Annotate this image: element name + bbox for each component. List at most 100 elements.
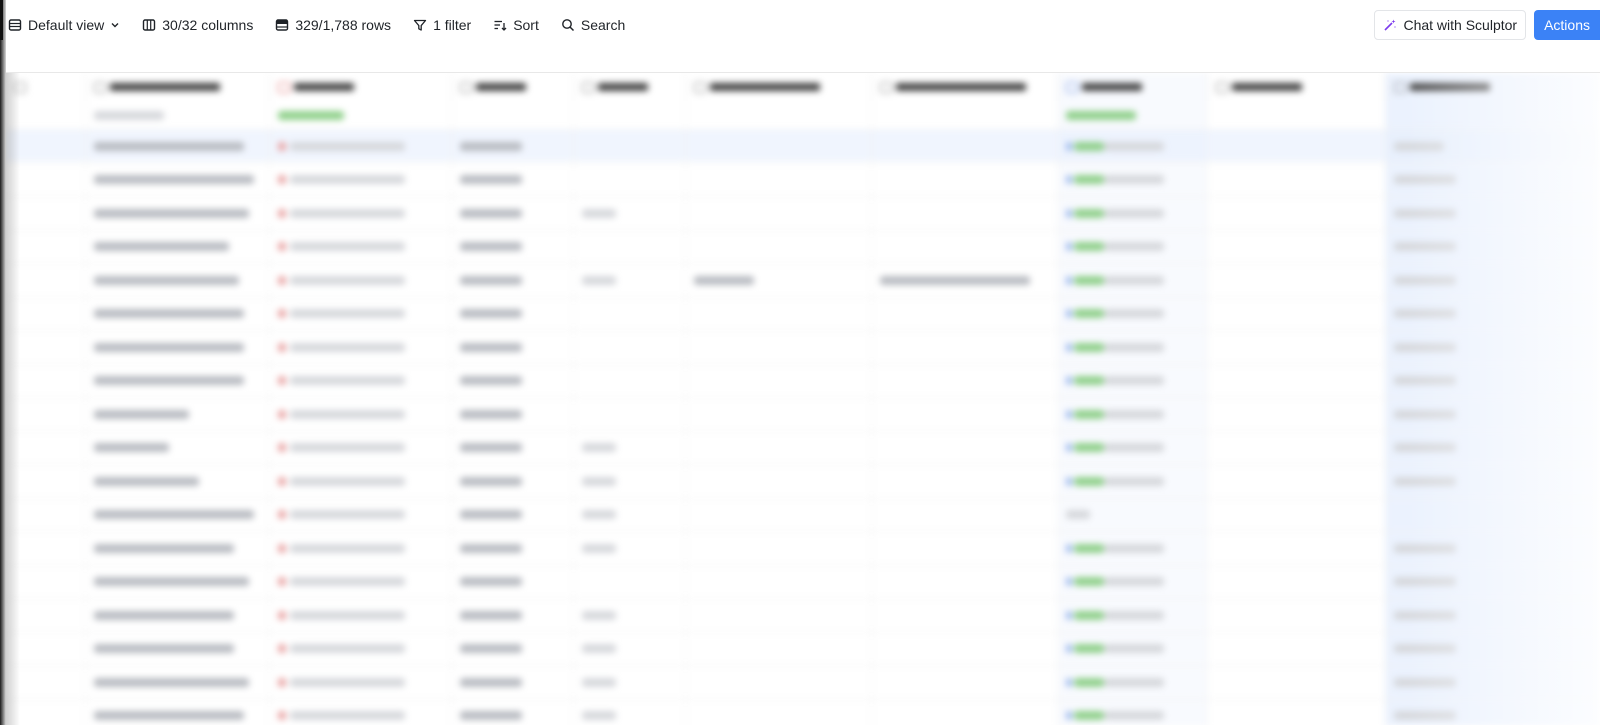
table-cell[interactable] xyxy=(1208,498,1386,531)
table-cell[interactable] xyxy=(452,101,574,129)
table-cell[interactable] xyxy=(86,331,270,364)
table-cell[interactable] xyxy=(872,230,1058,263)
column-header[interactable] xyxy=(6,73,86,101)
table-cell[interactable] xyxy=(872,431,1058,464)
table-cell[interactable] xyxy=(686,297,872,330)
table-cell[interactable] xyxy=(574,431,686,464)
table-cell[interactable] xyxy=(1208,197,1386,230)
table-cell[interactable] xyxy=(270,230,452,263)
table-cell[interactable] xyxy=(452,364,574,397)
table-row[interactable] xyxy=(6,565,1600,599)
table-cell[interactable] xyxy=(686,264,872,297)
table-cell[interactable] xyxy=(1386,666,1600,699)
table-cell[interactable] xyxy=(686,699,872,725)
table-cell[interactable] xyxy=(1208,599,1386,632)
column-header[interactable] xyxy=(270,73,452,101)
table-cell[interactable] xyxy=(452,331,574,364)
table-cell[interactable] xyxy=(872,565,1058,598)
table-cell[interactable] xyxy=(86,699,270,725)
table-cell[interactable] xyxy=(1058,699,1208,725)
table-cell[interactable] xyxy=(452,666,574,699)
table-cell[interactable] xyxy=(270,331,452,364)
table-cell[interactable] xyxy=(86,163,270,196)
table-cell[interactable] xyxy=(6,465,86,498)
table-cell[interactable] xyxy=(1058,498,1208,531)
table-row[interactable] xyxy=(6,398,1600,432)
table-cell[interactable] xyxy=(86,465,270,498)
column-header[interactable] xyxy=(574,73,686,101)
table-cell[interactable] xyxy=(452,565,574,598)
table-row[interactable] xyxy=(6,297,1600,331)
table-cell[interactable] xyxy=(872,532,1058,565)
table-cell[interactable] xyxy=(86,431,270,464)
table-cell[interactable] xyxy=(574,331,686,364)
actions-button[interactable]: Actions xyxy=(1534,10,1600,40)
table-row[interactable] xyxy=(6,197,1600,231)
table-cell[interactable] xyxy=(452,532,574,565)
table-cell[interactable] xyxy=(452,130,574,163)
table-cell[interactable] xyxy=(86,498,270,531)
filter-button[interactable]: 1 filter xyxy=(413,17,471,33)
table-cell[interactable] xyxy=(1208,163,1386,196)
table-cell[interactable] xyxy=(1386,364,1600,397)
table-cell[interactable] xyxy=(872,297,1058,330)
table-cell[interactable] xyxy=(574,230,686,263)
table-cell[interactable] xyxy=(1058,599,1208,632)
table-cell[interactable] xyxy=(574,498,686,531)
column-header[interactable] xyxy=(1208,73,1386,101)
table-cell[interactable] xyxy=(686,101,872,129)
table-cell[interactable] xyxy=(270,498,452,531)
table-cell[interactable] xyxy=(6,197,86,230)
column-header[interactable] xyxy=(86,73,270,101)
table-cell[interactable] xyxy=(872,498,1058,531)
table-cell[interactable] xyxy=(872,163,1058,196)
table-cell[interactable] xyxy=(452,431,574,464)
table-cell[interactable] xyxy=(574,297,686,330)
table-cell[interactable] xyxy=(86,565,270,598)
rows-button[interactable]: 329/1,788 rows xyxy=(275,17,391,33)
table-cell[interactable] xyxy=(1208,264,1386,297)
table-cell[interactable] xyxy=(872,599,1058,632)
table-cell[interactable] xyxy=(686,599,872,632)
table-cell[interactable] xyxy=(86,230,270,263)
table-cell[interactable] xyxy=(270,666,452,699)
table-cell[interactable] xyxy=(574,130,686,163)
table-row[interactable] xyxy=(6,230,1600,264)
table-cell[interactable] xyxy=(1058,297,1208,330)
table-cell[interactable] xyxy=(1058,163,1208,196)
table-cell[interactable] xyxy=(1386,163,1600,196)
table-cell[interactable] xyxy=(6,565,86,598)
table-cell[interactable] xyxy=(686,431,872,464)
table-cell[interactable] xyxy=(6,599,86,632)
table-row[interactable] xyxy=(6,666,1600,700)
table-row[interactable] xyxy=(6,130,1600,164)
table-cell[interactable] xyxy=(1386,130,1600,163)
table-cell[interactable] xyxy=(872,699,1058,725)
table-cell[interactable] xyxy=(6,532,86,565)
table-cell[interactable] xyxy=(1058,565,1208,598)
table-cell[interactable] xyxy=(574,532,686,565)
table-cell[interactable] xyxy=(574,666,686,699)
table-cell[interactable] xyxy=(1058,532,1208,565)
table-row[interactable] xyxy=(6,599,1600,633)
table-cell[interactable] xyxy=(452,163,574,196)
table-cell[interactable] xyxy=(574,398,686,431)
table-row[interactable] xyxy=(6,699,1600,725)
table-cell[interactable] xyxy=(86,130,270,163)
table-cell[interactable] xyxy=(574,197,686,230)
table-cell[interactable] xyxy=(1386,331,1600,364)
table-cell[interactable] xyxy=(574,632,686,665)
table-cell[interactable] xyxy=(1386,230,1600,263)
table-cell[interactable] xyxy=(86,666,270,699)
table-cell[interactable] xyxy=(686,565,872,598)
table-cell[interactable] xyxy=(86,599,270,632)
table-cell[interactable] xyxy=(1386,431,1600,464)
table-cell[interactable] xyxy=(1208,565,1386,598)
table-cell[interactable] xyxy=(6,666,86,699)
table-cell[interactable] xyxy=(86,264,270,297)
table-cell[interactable] xyxy=(872,130,1058,163)
table-cell[interactable] xyxy=(872,465,1058,498)
table-cell[interactable] xyxy=(6,632,86,665)
table-cell[interactable] xyxy=(1058,465,1208,498)
table-cell[interactable] xyxy=(574,465,686,498)
